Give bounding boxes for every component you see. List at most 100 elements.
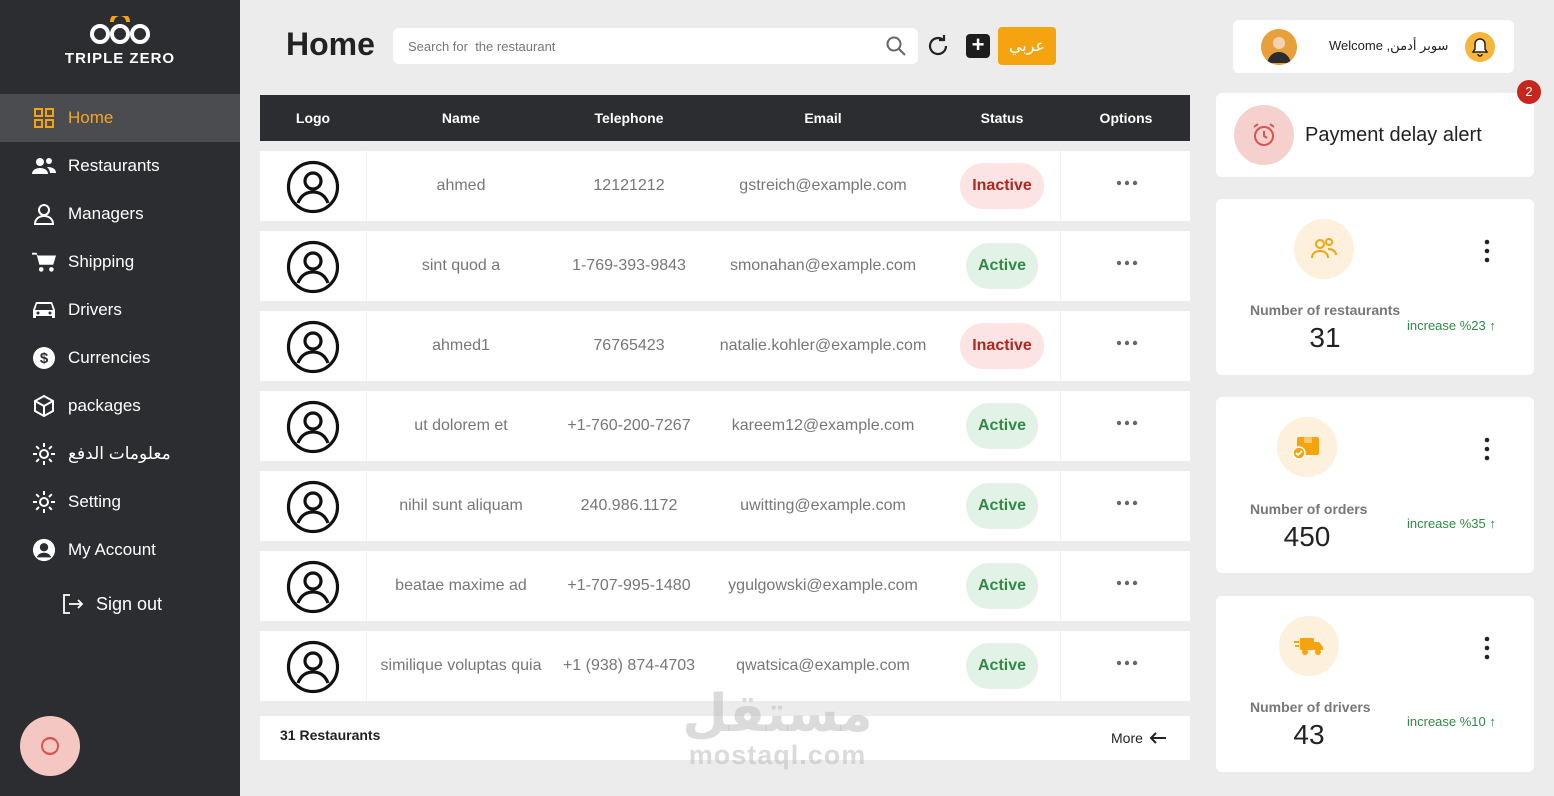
options-menu-icon[interactable] (1115, 337, 1139, 357)
stat-value: 450 (1283, 521, 1331, 552)
sidebar-item-label: My Account (68, 540, 156, 559)
options-menu-icon[interactable] (1115, 257, 1139, 277)
dollar-icon: $ (32, 346, 56, 370)
add-restaurant-button[interactable]: + (966, 34, 990, 58)
status-badge[interactable]: Active (966, 643, 1038, 689)
stat-card-orders[interactable]: Number of orders 450 increase %35 ↑ (1216, 397, 1534, 573)
status-badge[interactable]: Inactive (960, 163, 1044, 209)
sidebar-item-drivers[interactable]: Drivers (0, 286, 240, 334)
restaurant-name: ahmed1 (432, 337, 490, 354)
avatar[interactable] (1261, 29, 1297, 65)
notifications-button[interactable] (1465, 32, 1495, 62)
table-row[interactable]: sint quod a 1-769-393-9843 smonahan@exampl… (260, 231, 1190, 301)
svg-text:$: $ (40, 350, 49, 367)
bell-icon (1471, 38, 1489, 57)
restaurant-logo-icon (286, 240, 340, 294)
status-badge[interactable]: Active (966, 243, 1038, 289)
user-icon (32, 202, 56, 226)
row-divider (366, 391, 367, 461)
row-divider (1060, 631, 1061, 701)
restaurants-table-body: ahmed 12121212 gstreich@example.com Inactiv… (260, 151, 1190, 711)
stat-value: 31 (1309, 322, 1341, 353)
restaurant-email: gstreich@example.com (739, 177, 907, 194)
options-menu-icon[interactable] (1115, 417, 1139, 437)
stat-trend-text: increase %10 (1407, 714, 1486, 729)
status-badge[interactable]: Inactive (960, 323, 1044, 369)
restaurant-email: ygulgowski@example.com (728, 577, 918, 594)
status-badge[interactable]: Active (966, 403, 1038, 449)
language-toggle-button[interactable]: عربي (998, 27, 1056, 65)
more-link[interactable]: More (1111, 730, 1167, 746)
stat-card-restaurants[interactable]: Number of restaurants 31 increase %23 ↑ (1216, 199, 1534, 375)
sidebar-item-home[interactable]: Home (0, 94, 240, 142)
options-menu-icon[interactable] (1115, 497, 1139, 517)
gear-icon (32, 442, 56, 466)
search-input[interactable] (408, 38, 886, 54)
row-divider (1060, 231, 1061, 301)
sign-out-button[interactable]: Sign out (0, 580, 240, 628)
search-icon[interactable] (886, 36, 906, 56)
status-badge[interactable]: Active (966, 483, 1038, 529)
table-row[interactable]: ut dolorem et +1-760-200-7267 kareem12@exa… (260, 391, 1190, 461)
restaurants-count: 31 Restaurants (280, 727, 381, 743)
sidebar-item-my-account[interactable]: My Account (0, 526, 240, 574)
column-header-telephone[interactable]: Telephone (595, 110, 664, 126)
restaurant-logo-icon (286, 640, 340, 694)
stat-label: Number of drivers (1250, 699, 1371, 715)
support-button[interactable] (20, 716, 80, 776)
sidebar-item-label: Managers (68, 204, 144, 223)
sidebar-item-packages[interactable]: packages (0, 382, 240, 430)
options-menu-icon[interactable] (1115, 657, 1139, 677)
column-header-email[interactable]: Email (804, 110, 841, 126)
refresh-button[interactable] (924, 32, 952, 60)
restaurant-email: uwitting@example.com (740, 497, 906, 514)
kebab-menu-icon[interactable] (1480, 634, 1494, 662)
row-divider (1060, 471, 1061, 541)
sidebar-item-setting[interactable]: Setting (0, 478, 240, 526)
table-row[interactable]: ahmed1 76765423 natalie.kohler@example.com… (260, 311, 1190, 381)
row-divider (1060, 391, 1061, 461)
restaurant-telephone: +1-760-200-7267 (567, 417, 691, 434)
column-header-options[interactable]: Options (1100, 110, 1153, 126)
kebab-menu-icon[interactable] (1480, 237, 1494, 265)
restaurant-telephone: 76765423 (593, 337, 665, 354)
users-icon (32, 154, 56, 178)
sidebar-item-restaurants[interactable]: Restaurants (0, 142, 240, 190)
payment-alert-card[interactable]: Payment delay alert (1216, 93, 1534, 177)
restaurant-telephone: 1-769-393-9843 (572, 257, 686, 274)
sidebar-item-label: Drivers (68, 300, 122, 319)
row-divider (366, 151, 367, 221)
options-menu-icon[interactable] (1115, 177, 1139, 197)
stat-card-drivers[interactable]: Number of drivers 43 increase %10 ↑ (1216, 596, 1534, 772)
sidebar-item-shipping[interactable]: Shipping (0, 238, 240, 286)
stat-trend-text: increase %35 (1407, 516, 1486, 531)
kebab-menu-icon[interactable] (1480, 435, 1494, 463)
sidebar-item-payment-info[interactable]: معلومات الدفع (0, 430, 240, 478)
column-header-logo[interactable]: Logo (296, 110, 330, 126)
sidebar-item-currencies[interactable]: $ Currencies (0, 334, 240, 382)
cart-icon (32, 250, 56, 274)
table-row[interactable]: nihil sunt aliquam 240.986.1172 uwitting@e… (260, 471, 1190, 541)
stat-trend: increase %35 ↑ (1407, 516, 1496, 531)
stat-trend: increase %10 ↑ (1407, 714, 1496, 729)
restaurant-name: nihil sunt aliquam (399, 497, 523, 514)
brand-name: TRIPLE ZERO (64, 50, 176, 67)
restaurant-telephone: 240.986.1172 (580, 497, 678, 514)
column-header-name[interactable]: Name (442, 110, 480, 126)
row-divider (1060, 151, 1061, 221)
status-badge[interactable]: Active (966, 563, 1038, 609)
arrow-up-icon: ↑ (1485, 714, 1496, 729)
sidebar: TRIPLE ZERO Home Restaurants Managers Sh… (0, 0, 240, 796)
table-row[interactable]: beatae maxime ad +1-707-995-1480 ygulgowsk… (260, 551, 1190, 621)
table-row[interactable]: ahmed 12121212 gstreich@example.com Inactiv… (260, 151, 1190, 221)
restaurant-logo-icon (286, 480, 340, 534)
brand-logo[interactable]: TRIPLE ZERO (0, 16, 240, 67)
sidebar-item-managers[interactable]: Managers (0, 190, 240, 238)
restaurant-name: ahmed (436, 177, 486, 194)
options-menu-icon[interactable] (1115, 577, 1139, 597)
column-header-status[interactable]: Status (981, 110, 1024, 126)
row-divider (1060, 551, 1061, 621)
restaurant-telephone: 12121212 (593, 177, 665, 194)
restaurant-name: ut dolorem et (414, 417, 508, 434)
grid-icon (32, 106, 56, 130)
